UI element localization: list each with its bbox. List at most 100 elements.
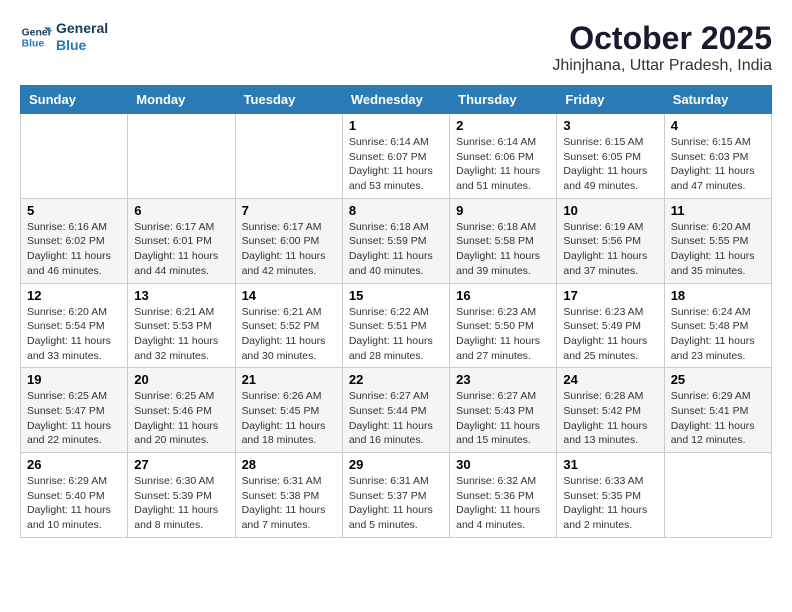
calendar-cell: 17Sunrise: 6:23 AM Sunset: 5:49 PM Dayli… [557, 283, 664, 368]
logo-general: General [56, 20, 108, 37]
day-info: Sunrise: 6:33 AM Sunset: 5:35 PM Dayligh… [563, 474, 657, 533]
day-number: 22 [349, 372, 443, 387]
calendar-cell: 26Sunrise: 6:29 AM Sunset: 5:40 PM Dayli… [21, 453, 128, 538]
calendar-cell: 12 Sunrise: 6:20 AM Sunset: 5:54 PM Dayli… [21, 283, 128, 368]
day-number: 20 [134, 372, 228, 387]
day-number: 24 [563, 372, 657, 387]
logo-blue: Blue [56, 37, 108, 54]
day-number: 15 [349, 288, 443, 303]
day-info: Sunrise: 6:17 AM Sunset: 6:01 PM Dayligh… [134, 220, 228, 279]
day-number: 12 [27, 288, 121, 303]
calendar-cell [21, 114, 128, 199]
calendar-cell [128, 114, 235, 199]
day-number: 2 [456, 118, 550, 133]
calendar-cell: 13 Sunrise: 6:21 AM Sunset: 5:53 PM Dayli… [128, 283, 235, 368]
day-info: Sunrise: 6:20 AM Sunset: 5:54 PM Dayligh… [27, 305, 121, 364]
day-info: Sunrise: 6:29 AM Sunset: 5:41 PM Dayligh… [671, 389, 765, 448]
title-area: October 2025 Jhinjhana, Uttar Pradesh, I… [552, 20, 772, 75]
day-number: 3 [563, 118, 657, 133]
logo-icon: General Blue [20, 21, 52, 53]
day-number: 27 [134, 457, 228, 472]
header-thursday: Thursday [450, 86, 557, 114]
day-info: Sunrise: 6:29 AM Sunset: 5:40 PM Dayligh… [27, 474, 121, 533]
calendar-header-row: SundayMondayTuesdayWednesdayThursdayFrid… [21, 86, 772, 114]
day-number: 18 [671, 288, 765, 303]
calendar-cell: 31Sunrise: 6:33 AM Sunset: 5:35 PM Dayli… [557, 453, 664, 538]
header-sunday: Sunday [21, 86, 128, 114]
day-info: Sunrise: 6:16 AM Sunset: 6:02 PM Dayligh… [27, 220, 121, 279]
day-info: Sunrise: 6:21 AM Sunset: 5:53 PM Dayligh… [134, 305, 228, 364]
calendar-cell: 3 Sunrise: 6:15 AM Sunset: 6:05 PM Daylig… [557, 114, 664, 199]
calendar-cell: 23 Sunrise: 6:27 AM Sunset: 5:43 PM Dayli… [450, 368, 557, 453]
day-number: 23 [456, 372, 550, 387]
day-number: 16 [456, 288, 550, 303]
day-info: Sunrise: 6:19 AM Sunset: 5:56 PM Dayligh… [563, 220, 657, 279]
calendar-cell: 19 Sunrise: 6:25 AM Sunset: 5:47 PM Dayli… [21, 368, 128, 453]
svg-text:Blue: Blue [22, 38, 45, 49]
calendar-week-row: 1Sunrise: 6:14 AM Sunset: 6:07 PM Daylig… [21, 114, 772, 199]
day-info: Sunrise: 6:28 AM Sunset: 5:42 PM Dayligh… [563, 389, 657, 448]
calendar-cell: 24 Sunrise: 6:28 AM Sunset: 5:42 PM Dayli… [557, 368, 664, 453]
day-number: 17 [563, 288, 657, 303]
calendar-cell: 30Sunrise: 6:32 AM Sunset: 5:36 PM Dayli… [450, 453, 557, 538]
calendar-cell [664, 453, 771, 538]
calendar-cell: 22 Sunrise: 6:27 AM Sunset: 5:44 PM Dayli… [342, 368, 449, 453]
header-monday: Monday [128, 86, 235, 114]
day-info: Sunrise: 6:27 AM Sunset: 5:44 PM Dayligh… [349, 389, 443, 448]
day-info: Sunrise: 6:25 AM Sunset: 5:47 PM Dayligh… [27, 389, 121, 448]
day-number: 19 [27, 372, 121, 387]
day-info: Sunrise: 6:17 AM Sunset: 6:00 PM Dayligh… [242, 220, 336, 279]
day-info: Sunrise: 6:15 AM Sunset: 6:03 PM Dayligh… [671, 135, 765, 194]
calendar-cell: 10 Sunrise: 6:19 AM Sunset: 5:56 PM Dayli… [557, 198, 664, 283]
calendar-cell: 21Sunrise: 6:26 AM Sunset: 5:45 PM Dayli… [235, 368, 342, 453]
day-info: Sunrise: 6:14 AM Sunset: 6:06 PM Dayligh… [456, 135, 550, 194]
day-number: 14 [242, 288, 336, 303]
calendar-cell: 6 Sunrise: 6:17 AM Sunset: 6:01 PM Daylig… [128, 198, 235, 283]
day-info: Sunrise: 6:27 AM Sunset: 5:43 PM Dayligh… [456, 389, 550, 448]
logo: General Blue General Blue [20, 20, 108, 54]
day-number: 5 [27, 203, 121, 218]
calendar-week-row: 19 Sunrise: 6:25 AM Sunset: 5:47 PM Dayli… [21, 368, 772, 453]
day-number: 6 [134, 203, 228, 218]
day-info: Sunrise: 6:15 AM Sunset: 6:05 PM Dayligh… [563, 135, 657, 194]
day-info: Sunrise: 6:24 AM Sunset: 5:48 PM Dayligh… [671, 305, 765, 364]
day-number: 21 [242, 372, 336, 387]
day-number: 25 [671, 372, 765, 387]
calendar-cell: 20 Sunrise: 6:25 AM Sunset: 5:46 PM Dayli… [128, 368, 235, 453]
header-friday: Friday [557, 86, 664, 114]
calendar-cell: 7Sunrise: 6:17 AM Sunset: 6:00 PM Daylig… [235, 198, 342, 283]
calendar-week-row: 26Sunrise: 6:29 AM Sunset: 5:40 PM Dayli… [21, 453, 772, 538]
calendar-cell: 27 Sunrise: 6:30 AM Sunset: 5:39 PM Dayli… [128, 453, 235, 538]
day-number: 13 [134, 288, 228, 303]
day-number: 1 [349, 118, 443, 133]
page-header: General Blue General Blue October 2025 J… [20, 20, 772, 75]
calendar-cell: 4 Sunrise: 6:15 AM Sunset: 6:03 PM Daylig… [664, 114, 771, 199]
day-number: 9 [456, 203, 550, 218]
calendar-cell: 29Sunrise: 6:31 AM Sunset: 5:37 PM Dayli… [342, 453, 449, 538]
day-number: 4 [671, 118, 765, 133]
day-info: Sunrise: 6:31 AM Sunset: 5:38 PM Dayligh… [242, 474, 336, 533]
calendar-cell: 16Sunrise: 6:23 AM Sunset: 5:50 PM Dayli… [450, 283, 557, 368]
calendar-cell: 1Sunrise: 6:14 AM Sunset: 6:07 PM Daylig… [342, 114, 449, 199]
calendar-week-row: 12 Sunrise: 6:20 AM Sunset: 5:54 PM Dayli… [21, 283, 772, 368]
day-info: Sunrise: 6:18 AM Sunset: 5:59 PM Dayligh… [349, 220, 443, 279]
calendar-cell: 5 Sunrise: 6:16 AM Sunset: 6:02 PM Daylig… [21, 198, 128, 283]
day-info: Sunrise: 6:30 AM Sunset: 5:39 PM Dayligh… [134, 474, 228, 533]
day-number: 30 [456, 457, 550, 472]
calendar-cell: 28Sunrise: 6:31 AM Sunset: 5:38 PM Dayli… [235, 453, 342, 538]
location-title: Jhinjhana, Uttar Pradesh, India [552, 57, 772, 75]
day-info: Sunrise: 6:21 AM Sunset: 5:52 PM Dayligh… [242, 305, 336, 364]
calendar-cell: 9Sunrise: 6:18 AM Sunset: 5:58 PM Daylig… [450, 198, 557, 283]
day-number: 8 [349, 203, 443, 218]
day-info: Sunrise: 6:22 AM Sunset: 5:51 PM Dayligh… [349, 305, 443, 364]
calendar-cell: 11Sunrise: 6:20 AM Sunset: 5:55 PM Dayli… [664, 198, 771, 283]
day-number: 29 [349, 457, 443, 472]
day-info: Sunrise: 6:20 AM Sunset: 5:55 PM Dayligh… [671, 220, 765, 279]
day-number: 10 [563, 203, 657, 218]
header-tuesday: Tuesday [235, 86, 342, 114]
day-info: Sunrise: 6:25 AM Sunset: 5:46 PM Dayligh… [134, 389, 228, 448]
calendar-cell: 8 Sunrise: 6:18 AM Sunset: 5:59 PM Daylig… [342, 198, 449, 283]
month-title: October 2025 [552, 20, 772, 57]
calendar-table: SundayMondayTuesdayWednesdayThursdayFrid… [20, 85, 772, 538]
calendar-cell: 15 Sunrise: 6:22 AM Sunset: 5:51 PM Dayli… [342, 283, 449, 368]
